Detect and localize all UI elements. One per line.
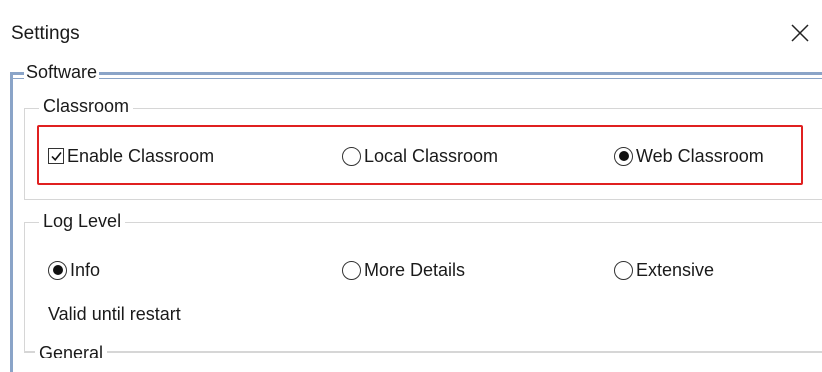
log-level-group [24, 222, 822, 352]
software-group-label: Software [24, 61, 100, 83]
next-group-title: General [35, 342, 108, 358]
radio-selected-icon [48, 260, 67, 280]
close-button[interactable] [778, 14, 822, 52]
radio-unselected-icon [342, 146, 361, 166]
log-info-label: Info [70, 260, 101, 280]
software-group-line [13, 78, 822, 79]
enable-classroom-label: Enable Classroom [67, 146, 215, 166]
title-bar: Settings [0, 0, 822, 62]
web-classroom-radio[interactable]: Web Classroom [614, 145, 764, 167]
local-classroom-radio[interactable]: Local Classroom [342, 145, 498, 167]
local-classroom-label: Local Classroom [364, 146, 499, 166]
log-level-group-title: Log Level [39, 210, 126, 232]
log-info-radio[interactable]: Info [48, 259, 100, 281]
log-more-details-label: More Details [364, 260, 466, 280]
log-level-note: Valid until restart [48, 304, 181, 324]
log-extensive-radio[interactable]: Extensive [614, 259, 714, 281]
radio-unselected-icon [614, 260, 633, 280]
classroom-group-title: Classroom [39, 95, 134, 117]
checkbox-checked-icon [48, 148, 64, 164]
enable-classroom-checkbox[interactable]: Enable Classroom [48, 145, 214, 167]
radio-selected-icon [614, 146, 633, 166]
log-extensive-label: Extensive [636, 260, 715, 280]
log-more-details-radio[interactable]: More Details [342, 259, 465, 281]
web-classroom-label: Web Classroom [636, 146, 764, 166]
close-icon [791, 24, 809, 42]
radio-unselected-icon [342, 260, 361, 280]
window-title: Settings [11, 23, 80, 44]
